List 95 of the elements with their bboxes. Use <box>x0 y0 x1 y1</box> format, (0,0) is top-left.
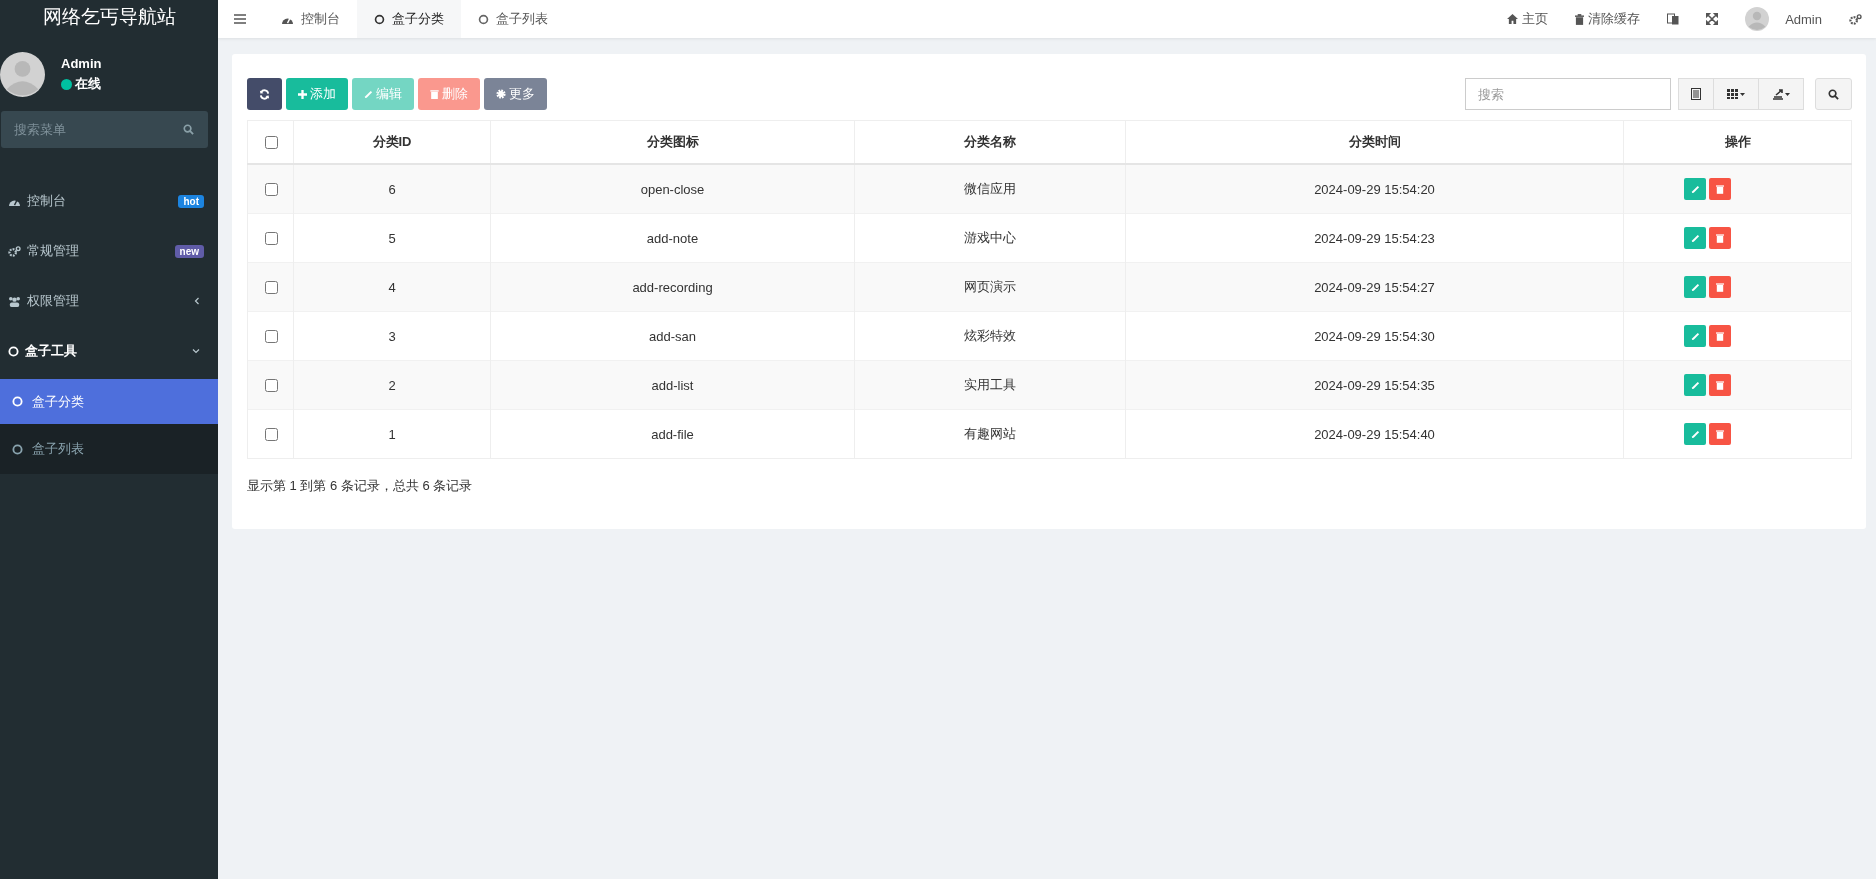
delete-button[interactable] <box>1709 276 1731 298</box>
circle-icon <box>12 396 23 407</box>
menu-item[interactable]: 控制台 hot <box>0 176 218 226</box>
trash-icon <box>1716 233 1724 243</box>
search-icon <box>1828 88 1839 100</box>
avatar-icon <box>1745 7 1770 31</box>
tab[interactable]: 盒子列表 <box>461 0 565 38</box>
status-dot <box>61 78 72 90</box>
table-cell: 2024-09-29 15:54:27 <box>1125 262 1624 312</box>
users-icon <box>8 295 21 307</box>
refresh-icon <box>259 88 270 100</box>
export-icon <box>1771 88 1791 100</box>
submenu-item[interactable]: 盒子列表 <box>0 424 218 474</box>
delete-button[interactable] <box>1709 423 1731 445</box>
refresh-button[interactable] <box>247 78 282 110</box>
toggle-view-button[interactable] <box>1678 78 1714 110</box>
menu-badge: new <box>174 244 204 258</box>
plus-icon <box>298 89 307 99</box>
user-name: Admin <box>61 56 102 71</box>
pencil-icon <box>364 89 373 99</box>
circle-icon <box>8 345 19 357</box>
gears-icon[interactable] <box>1849 13 1862 25</box>
trash-icon <box>1716 331 1724 341</box>
circle-icon <box>478 13 489 25</box>
delete-button[interactable] <box>1709 325 1731 347</box>
row-checkbox[interactable] <box>264 378 278 392</box>
trash-icon <box>1716 380 1724 390</box>
table-cell: add-recording <box>490 262 855 312</box>
trash-icon <box>1716 184 1724 194</box>
pencil-icon <box>1690 331 1700 341</box>
clear-cache-link[interactable]: 清除缓存 <box>1575 0 1641 38</box>
submenu-item[interactable]: 盒子分类 <box>0 379 218 424</box>
user-status: 在线 <box>75 75 101 93</box>
grid-icon <box>1726 89 1746 99</box>
gears-icon <box>8 245 21 257</box>
pencil-icon <box>1690 184 1700 194</box>
row-checkbox[interactable] <box>264 329 278 343</box>
search-icon <box>183 124 194 135</box>
delete-button[interactable] <box>1709 178 1731 200</box>
more-button[interactable]: 更多 <box>484 78 547 110</box>
site-title: 网络乞丐导航站 <box>42 5 176 29</box>
chevron-left-icon <box>194 297 200 305</box>
tab[interactable]: 控制台 <box>264 0 357 38</box>
pencil-icon <box>1690 282 1700 292</box>
menu-search-field[interactable]: 搜索菜单 <box>1 111 208 148</box>
chevron-down-icon <box>192 348 200 354</box>
search-button[interactable] <box>1815 78 1852 110</box>
delete-button[interactable] <box>1709 374 1731 396</box>
row-checkbox[interactable] <box>264 280 278 294</box>
pencil-icon <box>1690 380 1700 390</box>
menu-item[interactable]: 盒子工具 <box>0 326 218 376</box>
table-cell: 网页演示 <box>854 262 1126 312</box>
search-field[interactable]: 搜索 <box>1465 78 1671 110</box>
table-cell: 有趣网站 <box>854 409 1126 459</box>
table-cell: add-file <box>490 409 855 459</box>
table-cell: 6 <box>293 164 491 214</box>
select-all-checkbox[interactable] <box>264 135 278 149</box>
delete-button[interactable] <box>1709 227 1731 249</box>
home-icon <box>1507 14 1519 24</box>
avatar-icon <box>0 52 45 97</box>
export-button[interactable] <box>1758 78 1804 110</box>
pagination-summary: 显示第 1 到第 6 条记录，总共 6 条记录 <box>247 478 473 493</box>
table-cell: 实用工具 <box>854 360 1126 410</box>
trash-icon <box>1716 282 1724 292</box>
gear-icon <box>496 89 506 99</box>
row-checkbox[interactable] <box>264 231 278 245</box>
menu-item[interactable]: 权限管理 <box>0 276 218 326</box>
row-checkbox[interactable] <box>264 427 278 441</box>
table-cell: open-close <box>490 164 855 214</box>
trash-icon <box>1575 13 1585 25</box>
row-checkbox[interactable] <box>264 182 278 196</box>
pencil-icon <box>1690 429 1700 439</box>
table-cell: 2024-09-29 15:54:40 <box>1125 409 1624 459</box>
table-cell: 2024-09-29 15:54:35 <box>1125 360 1624 410</box>
translate-icon[interactable] <box>1667 13 1680 25</box>
menu-item[interactable]: 常规管理 new <box>0 226 218 276</box>
menu-badge: hot <box>178 194 204 208</box>
user-menu[interactable]: Admin <box>1785 11 1822 27</box>
columns-button[interactable] <box>1713 78 1759 110</box>
table-cell: 2 <box>293 360 491 410</box>
circle-icon <box>12 443 23 455</box>
home-link[interactable]: 主页 <box>1507 0 1549 38</box>
trash-icon <box>1716 429 1724 439</box>
circle-icon <box>374 13 385 25</box>
table-cell: 1 <box>293 409 491 459</box>
table-cell: 2024-09-29 15:54:20 <box>1125 164 1624 214</box>
list-icon <box>1691 88 1701 100</box>
table-cell: add-list <box>490 360 855 410</box>
table-cell: 微信应用 <box>854 164 1126 214</box>
table-cell: 4 <box>293 262 491 312</box>
pencil-icon <box>1690 233 1700 243</box>
fullscreen-icon[interactable] <box>1706 13 1719 25</box>
tab[interactable]: 盒子分类 <box>357 0 461 38</box>
trash-icon <box>430 89 439 99</box>
menu-icon[interactable] <box>234 14 246 24</box>
